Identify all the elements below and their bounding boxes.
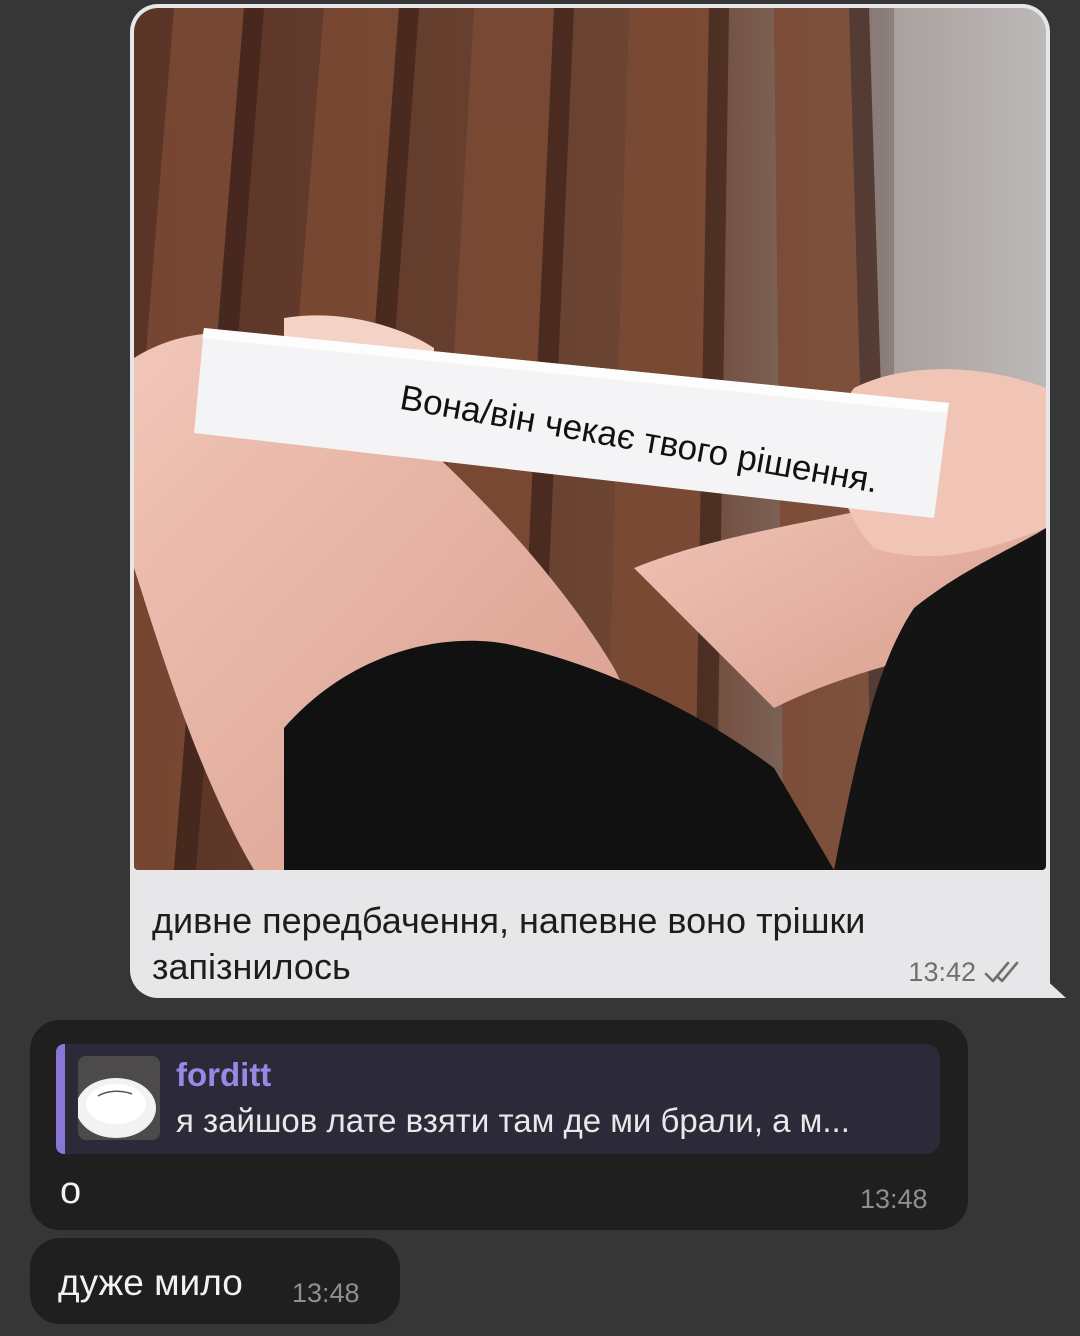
message-caption: дивне передбачення, напевне воно трішки … xyxy=(152,900,866,987)
outgoing-photo-message[interactable]: Вона/він чекає твого рішення. дивне пере… xyxy=(130,4,1066,998)
quoted-message[interactable]: forditt я зайшов лате взяти там де ми бр… xyxy=(56,1044,940,1154)
quoted-thumbnail xyxy=(78,1056,160,1140)
message-photo[interactable]: Вона/він чекає твого рішення. xyxy=(134,8,1046,870)
incoming-message[interactable]: дуже мило 13:48 xyxy=(30,1238,400,1324)
message-text: о xyxy=(60,1170,82,1212)
double-check-icon xyxy=(984,959,1028,987)
message-time: 13:48 xyxy=(860,1184,928,1214)
quoted-author: forditt xyxy=(176,1056,272,1093)
quoted-preview: я зайшов лате взяти там де ми брали, а м… xyxy=(176,1102,850,1139)
bubble-tail xyxy=(1042,976,1066,998)
message-text: дуже мило xyxy=(58,1262,243,1303)
message-meta: 13:42 xyxy=(908,957,1028,988)
message-time: 13:42 xyxy=(908,957,976,987)
incoming-reply-message[interactable]: forditt я зайшов лате взяти там де ми бр… xyxy=(30,1020,968,1230)
message-time: 13:48 xyxy=(292,1278,360,1308)
quote-accent-bar xyxy=(56,1044,65,1154)
